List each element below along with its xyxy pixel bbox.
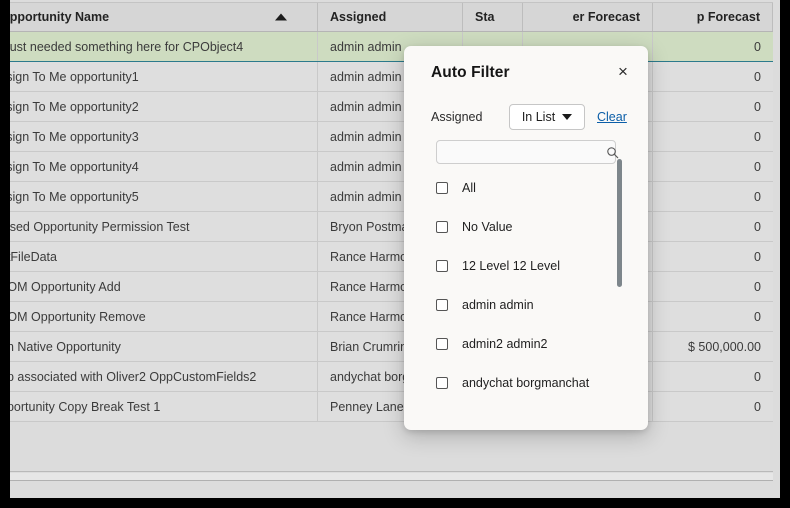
screenshot-frame: Opportunity Name Assigned Sta er Forecast p …	[0, 0, 790, 508]
table-row[interactable]: TOM Opportunity Add Rance Harmon 0	[10, 272, 773, 302]
table-row[interactable]: ssign To Me opportunity3 admin admin 0	[10, 122, 773, 152]
checkbox-icon[interactable]	[436, 337, 448, 350]
filter-option[interactable]: No Value	[436, 207, 616, 246]
checkbox-icon[interactable]	[436, 220, 448, 233]
filter-option-label: admin admin	[462, 297, 534, 312]
cell-top[interactable]: 0	[653, 212, 773, 241]
scrollbar-thumb[interactable]	[617, 159, 622, 287]
column-header-top[interactable]: p Forecast	[653, 3, 773, 31]
table-row[interactable]: pportunity Copy Break Test 1 Penney Lane 0	[10, 392, 773, 422]
filter-option[interactable]: andychat borgmanchat	[436, 363, 616, 402]
search-input[interactable]	[437, 141, 606, 163]
filter-option[interactable]: admin2 admin2	[436, 324, 616, 363]
table-row[interactable]: ssign To Me opportunity4 admin admin 0	[10, 152, 773, 182]
column-header-label: Sta	[475, 10, 495, 24]
filter-operator-row: Assigned In List Clear	[431, 104, 631, 130]
filter-options-list: All No Value 12 Level 12 Level admin admin a…	[436, 168, 616, 418]
cell-top[interactable]: 0	[653, 92, 773, 121]
filter-field-label: Assigned	[431, 110, 483, 124]
column-header-name[interactable]: Opportunity Name	[10, 3, 318, 31]
cell-name[interactable]: pportunity Copy Break Test 1	[10, 392, 318, 421]
cell-name[interactable]: ssign To Me opportunity2	[10, 92, 318, 121]
cell-top[interactable]: 0	[653, 62, 773, 91]
operator-select[interactable]: In List	[509, 104, 585, 130]
checkbox-icon[interactable]	[436, 181, 448, 194]
cell-top[interactable]: 0	[653, 32, 773, 61]
table-row[interactable]: ssign To Me opportunity1 admin admin 0	[10, 62, 773, 92]
cell-top[interactable]: 0	[653, 272, 773, 301]
table-row[interactable]: on Native Opportunity Brian Crumrine $ 500…	[10, 332, 773, 362]
filter-option-label: All	[462, 180, 476, 195]
sort-ascending-icon	[275, 13, 287, 21]
column-header-label: Opportunity Name	[10, 10, 110, 24]
cell-name[interactable]: ssign To Me opportunity1	[10, 62, 318, 91]
column-header-label: p Forecast	[696, 10, 760, 24]
table-row[interactable]: losed Opportunity Permission Test Bryon P…	[10, 212, 773, 242]
filter-option-label: No Value	[462, 219, 513, 234]
grid-empty-area	[10, 432, 773, 472]
cell-name[interactable]: , just needed something here for CPObjec…	[10, 32, 318, 61]
filter-option[interactable]: All	[436, 168, 616, 207]
cell-top[interactable]: 0	[653, 242, 773, 271]
cell-name[interactable]: on Native Opportunity	[10, 332, 318, 361]
chevron-down-icon	[562, 114, 573, 120]
filter-option[interactable]: 12 Level 12 Level	[436, 246, 616, 285]
filter-option-label: 12 Level 12 Level	[462, 258, 560, 273]
checkbox-icon[interactable]	[436, 298, 448, 311]
cell-name[interactable]: ssign To Me opportunity3	[10, 122, 318, 151]
cell-top[interactable]: 0	[653, 152, 773, 181]
cell-name[interactable]: etFileData	[10, 242, 318, 271]
column-header-assign[interactable]: Assigned	[318, 3, 463, 31]
table-row[interactable]: , just needed something here for CPObjec…	[10, 32, 773, 62]
search-icon	[606, 146, 619, 159]
cell-top[interactable]: 0	[653, 302, 773, 331]
table-row[interactable]: TOM Opportunity Remove Rance Harmon 0	[10, 302, 773, 332]
cell-name[interactable]: pp associated with Oliver2 OppCustomFiel…	[10, 362, 318, 391]
close-icon[interactable]: ×	[612, 60, 634, 82]
cell-top[interactable]: 0	[653, 122, 773, 151]
dialog-title: Auto Filter	[431, 64, 510, 81]
cell-name[interactable]: TOM Opportunity Remove	[10, 302, 318, 331]
app-viewport: Opportunity Name Assigned Sta er Forecast p …	[10, 0, 780, 498]
filter-option-label: andychat borgmanchat	[462, 375, 590, 390]
cell-name[interactable]: ssign To Me opportunity4	[10, 152, 318, 181]
checkbox-icon[interactable]	[436, 376, 448, 389]
opportunity-grid: Opportunity Name Assigned Sta er Forecast p …	[10, 2, 773, 422]
cell-top[interactable]: 0	[653, 182, 773, 211]
filter-option-label: admin2 admin2	[462, 336, 548, 351]
table-row[interactable]: pp associated with Oliver2 OppCustomFiel…	[10, 362, 773, 392]
grid-header-row: Opportunity Name Assigned Sta er Forecast p …	[10, 2, 773, 32]
column-header-label: Assigned	[330, 10, 387, 24]
checkbox-icon[interactable]	[436, 259, 448, 272]
auto-filter-dialog: Auto Filter × Assigned In List Clear All…	[404, 46, 648, 430]
column-header-stage[interactable]: Sta	[463, 3, 523, 31]
cell-name[interactable]: TOM Opportunity Add	[10, 272, 318, 301]
cell-name[interactable]: losed Opportunity Permission Test	[10, 212, 318, 241]
clear-filter-link[interactable]: Clear	[597, 110, 627, 124]
filter-search-box[interactable]	[436, 140, 619, 164]
cell-top[interactable]: 0	[653, 392, 773, 421]
cell-top[interactable]: 0	[653, 362, 773, 391]
table-row[interactable]: ssign To Me opportunity5 admin admin 0	[10, 182, 773, 212]
column-header-lower[interactable]: er Forecast	[523, 3, 653, 31]
cell-top[interactable]: $ 500,000.00	[653, 332, 773, 361]
column-header-label: er Forecast	[572, 10, 640, 24]
filter-option[interactable]: admin admin	[436, 285, 616, 324]
grid-footer-bar	[10, 473, 773, 481]
options-scrollbar[interactable]	[615, 159, 623, 409]
cell-name[interactable]: ssign To Me opportunity5	[10, 182, 318, 211]
table-row[interactable]: etFileDataRance Harmon0	[10, 242, 773, 272]
operator-select-value: In List	[521, 110, 556, 124]
table-row[interactable]: ssign To Me opportunity2 admin admin 0	[10, 92, 773, 122]
